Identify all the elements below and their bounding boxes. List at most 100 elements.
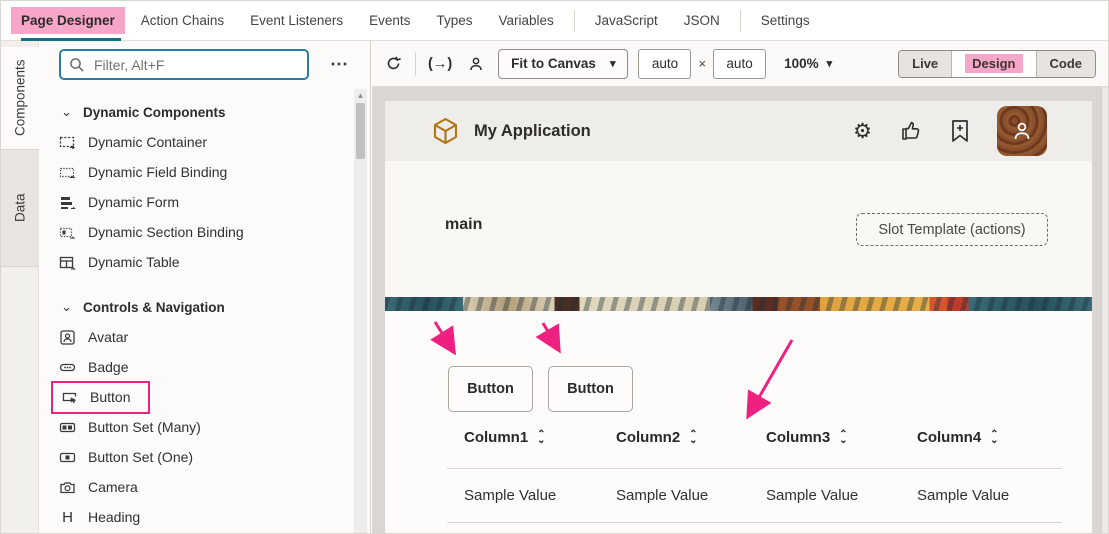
thumbs-up-icon[interactable] [899, 119, 923, 143]
table-cell: Sample Value [464, 487, 556, 504]
person-icon [1009, 118, 1035, 144]
table-header-column1[interactable]: Column1 ⌃⌄ [464, 429, 546, 446]
table-cell: Sample Value [766, 487, 858, 504]
canvas-toolbar: (→) Fit to Canvas ▾ × 100% ▾ Live Design… [372, 41, 1109, 87]
component-item-button-set-one[interactable]: Button Set (One) [39, 442, 370, 472]
sort-icon[interactable]: ⌃⌄ [537, 432, 545, 444]
app-logo-icon [432, 117, 459, 146]
table-divider [447, 522, 1062, 523]
tab-event-listeners[interactable]: Event Listeners [240, 7, 353, 34]
section-dynamic-components[interactable]: ⌄ Dynamic Components [39, 97, 370, 127]
toolbar-divider [415, 52, 416, 76]
app-preview-frame[interactable]: My Application ⚙ [385, 101, 1092, 534]
component-item-heading[interactable]: H Heading [39, 502, 370, 532]
panel-scrollbar-thumb[interactable] [356, 103, 365, 159]
tab-settings[interactable]: Settings [751, 7, 820, 34]
app-header[interactable]: My Application ⚙ [385, 101, 1092, 161]
user-context-icon[interactable] [466, 54, 486, 74]
dynamic-form-icon [59, 194, 76, 211]
component-item-dynamic-form[interactable]: Dynamic Form [39, 187, 370, 217]
table-header-column3[interactable]: Column3 ⌃⌄ [766, 429, 848, 446]
tab-page-designer[interactable]: Page Designer [11, 7, 125, 34]
dynamic-field-binding-icon [59, 164, 76, 181]
tab-javascript[interactable]: JavaScript [585, 7, 668, 34]
scroll-up-icon[interactable]: ▴ [354, 89, 367, 101]
design-viewport: My Application ⚙ [372, 87, 1109, 534]
mode-live-button[interactable]: Live [899, 51, 951, 77]
component-item-dynamic-field-binding[interactable]: Dynamic Field Binding [39, 157, 370, 187]
viewport-scrollbar[interactable] [1101, 87, 1109, 534]
fit-to-canvas-dropdown[interactable]: Fit to Canvas ▾ [498, 49, 628, 79]
side-tab-strip: Components Data [1, 41, 39, 534]
button-icon [61, 389, 78, 406]
dimension-times-label: × [698, 56, 706, 71]
button-set-one-icon [59, 449, 76, 466]
avatar-icon [59, 329, 76, 346]
components-panel: ⋯ ⌄ Dynamic Components Dynamic Container… [39, 41, 371, 534]
tab-variables[interactable]: Variables [488, 7, 563, 34]
table-cell: Sample Value [616, 487, 708, 504]
component-item-badge[interactable]: Badge [39, 352, 370, 382]
top-tab-bar: Page Designer Action Chains Event Listen… [1, 1, 1109, 41]
component-item-button-set-many[interactable]: Button Set (Many) [39, 412, 370, 442]
panel-scrollbar[interactable]: ▴ [354, 89, 367, 534]
slot-template-placeholder[interactable]: Slot Template (actions) [856, 213, 1048, 246]
filter-input[interactable] [94, 57, 299, 73]
page-header-section[interactable]: main Slot Template (actions) [385, 161, 1092, 297]
camera-icon [59, 479, 76, 496]
page-title: main [445, 216, 482, 234]
table-cell: Sample Value [917, 487, 1009, 504]
search-icon [69, 57, 85, 73]
section-controls-navigation[interactable]: ⌄ Controls & Navigation [39, 292, 370, 322]
page-designer-window: Page Designer Action Chains Event Listen… [0, 0, 1109, 534]
canvas-width-input[interactable] [638, 49, 691, 79]
tab-events[interactable]: Events [359, 7, 420, 34]
chevron-down-icon: ▾ [610, 57, 616, 70]
mode-switcher: Live Design Code [898, 50, 1096, 78]
canvas-height-input[interactable] [713, 49, 766, 79]
pattern-banner-image [385, 297, 1092, 311]
heading-icon: H [59, 509, 76, 526]
canvas-column: (→) Fit to Canvas ▾ × 100% ▾ Live Design… [372, 41, 1109, 534]
sort-icon[interactable]: ⌃⌄ [689, 432, 697, 444]
component-item-dynamic-table[interactable]: Dynamic Table [39, 247, 370, 277]
dynamic-table-icon [59, 254, 76, 271]
zoom-dropdown[interactable]: 100% ▾ [784, 56, 832, 71]
chevron-down-icon: ⌄ [61, 299, 83, 315]
user-avatar[interactable] [997, 106, 1047, 156]
component-list: ⌄ Dynamic Components Dynamic Container D… [39, 80, 370, 534]
table-header-column2[interactable]: Column2 ⌃⌄ [616, 429, 698, 446]
button-set-many-icon [59, 419, 76, 436]
refresh-icon[interactable] [384, 54, 403, 73]
bookmark-plus-icon[interactable] [950, 119, 970, 143]
button-item-highlight-box: Button [51, 381, 150, 414]
component-item-dynamic-section-binding[interactable]: Dynamic Section Binding [39, 217, 370, 247]
mode-design-button[interactable]: Design [951, 51, 1035, 77]
sort-icon[interactable]: ⌃⌄ [990, 432, 998, 444]
table-header-column4[interactable]: Column4 ⌃⌄ [917, 429, 999, 446]
sort-icon[interactable]: ⌃⌄ [839, 432, 847, 444]
gear-icon[interactable]: ⚙ [853, 121, 872, 142]
chevron-down-icon: ▾ [827, 57, 833, 70]
app-title: My Application [474, 122, 591, 141]
component-filter[interactable] [59, 49, 309, 80]
mode-code-button[interactable]: Code [1036, 51, 1096, 77]
panel-menu-icon[interactable]: ⋯ [324, 52, 356, 77]
page-parameters-icon[interactable]: (→) [428, 56, 452, 72]
tab-action-chains[interactable]: Action Chains [131, 7, 234, 34]
tab-types[interactable]: Types [426, 7, 482, 34]
canvas-button-2[interactable]: Button [548, 366, 633, 412]
component-item-camera[interactable]: Camera [39, 472, 370, 502]
component-item-avatar[interactable]: Avatar [39, 322, 370, 352]
tab-divider [740, 10, 741, 32]
chevron-down-icon: ⌄ [61, 104, 83, 120]
canvas-button-1[interactable]: Button [448, 366, 533, 412]
dynamic-section-binding-icon [59, 224, 76, 241]
component-item-dynamic-container[interactable]: Dynamic Container [39, 127, 370, 157]
component-item-button[interactable]: Button [39, 382, 370, 412]
filter-row: ⋯ [39, 41, 370, 80]
badge-icon [59, 359, 76, 376]
side-tab-components[interactable]: Components [1, 47, 39, 149]
tab-json[interactable]: JSON [674, 7, 730, 34]
side-tab-data[interactable]: Data [1, 149, 39, 267]
